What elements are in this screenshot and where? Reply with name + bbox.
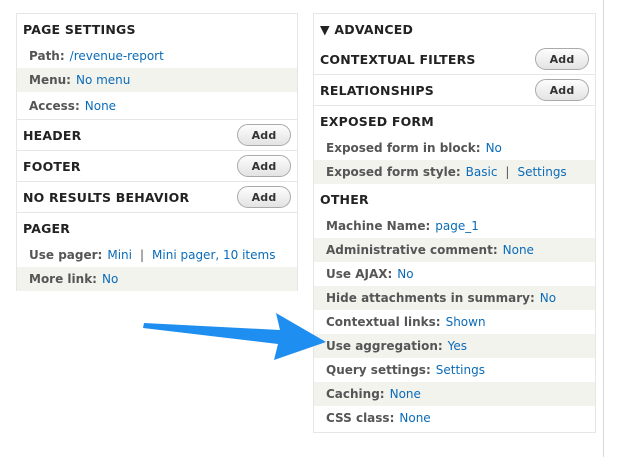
blue-arrow-icon: [143, 313, 326, 360]
annotation-layer: [143, 313, 326, 360]
